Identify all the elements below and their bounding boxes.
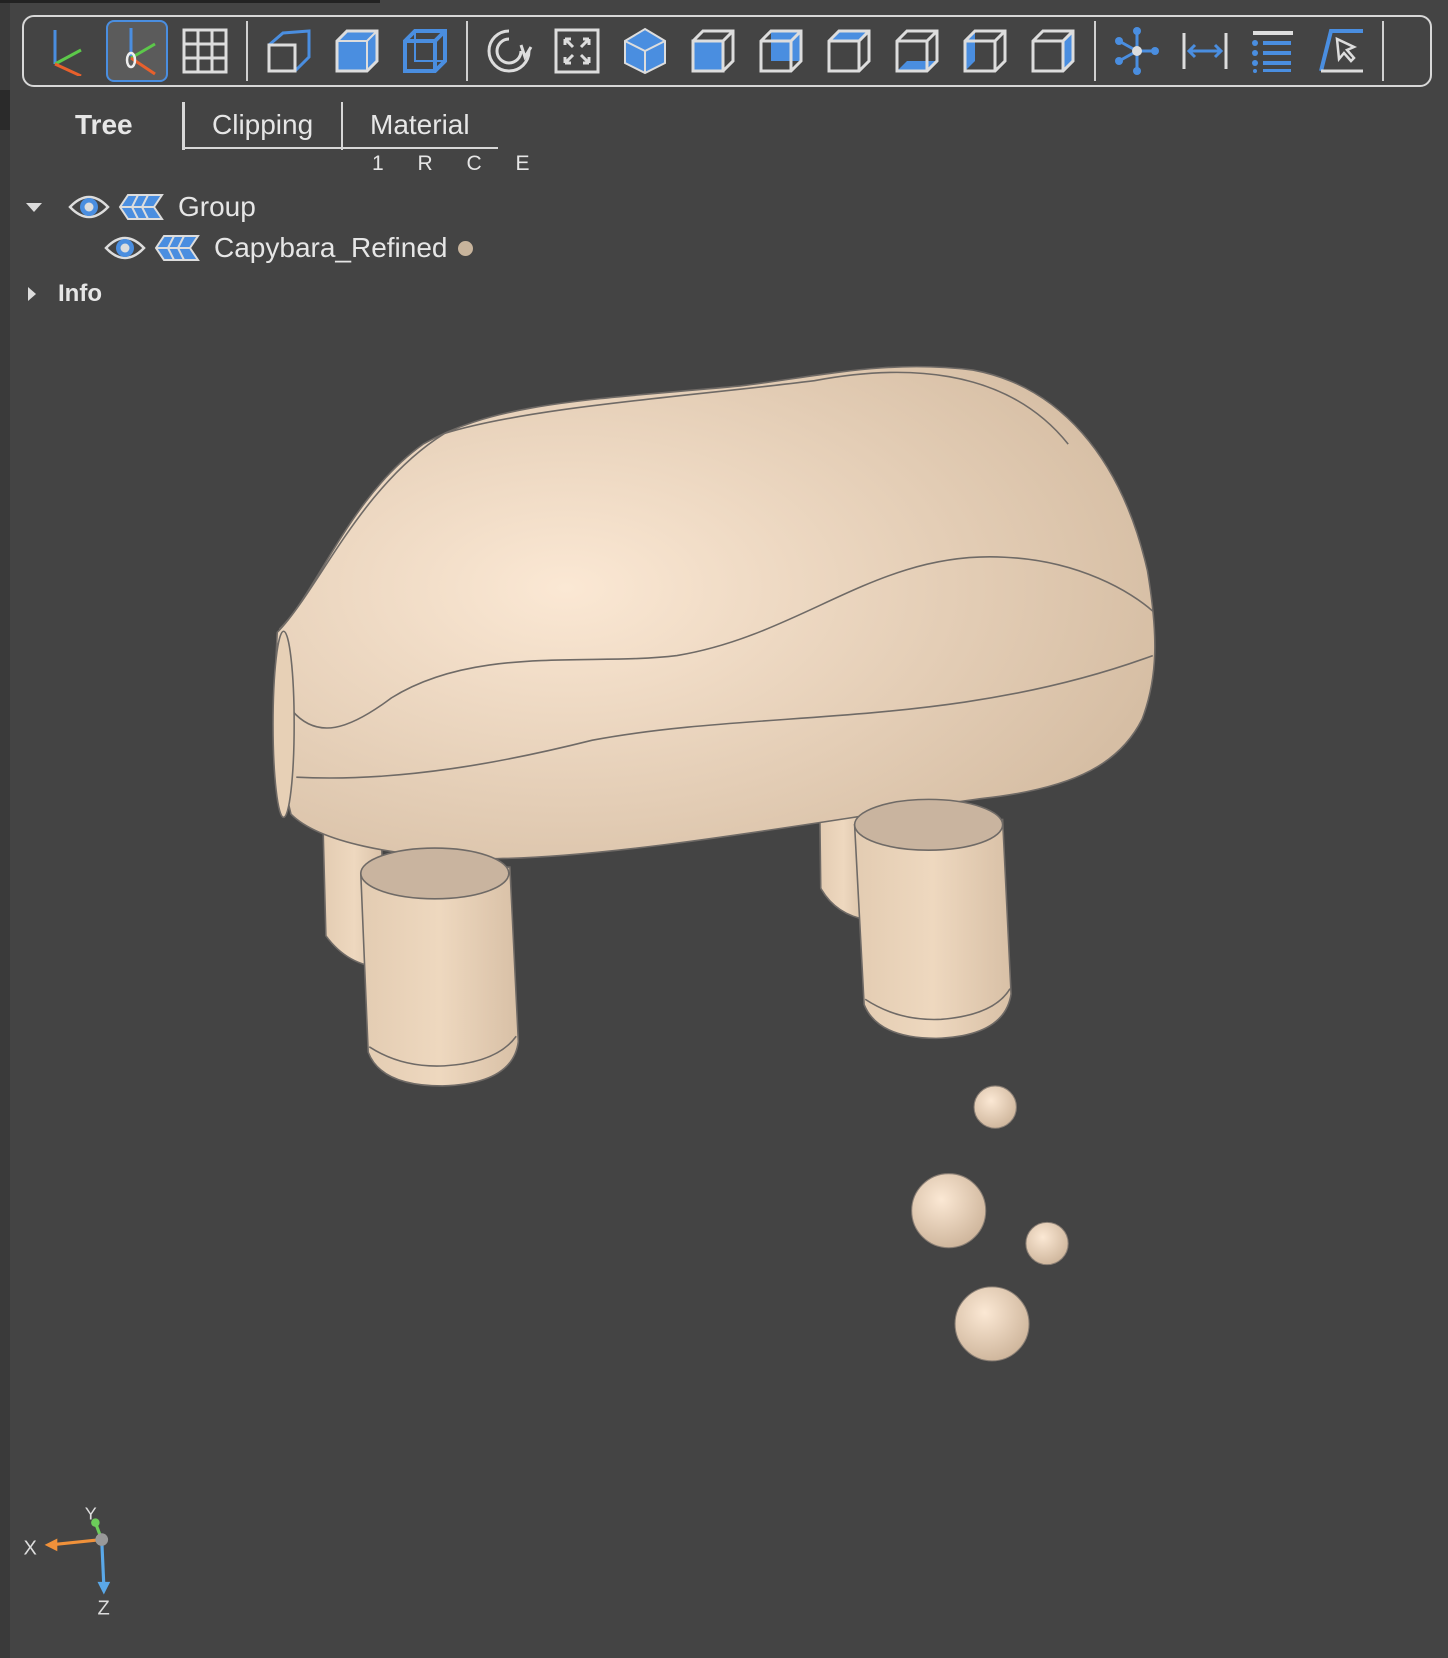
front-left-leg [359, 847, 520, 1087]
front-right-leg [853, 798, 1012, 1040]
capybara-body [274, 365, 1156, 860]
sphere [973, 1085, 1017, 1129]
sphere [954, 1286, 1030, 1362]
sphere [911, 1173, 987, 1249]
sphere [1025, 1221, 1069, 1266]
axis-gizmo: X Y Z [23, 1503, 111, 1620]
axis-y-label: Y [85, 1503, 97, 1523]
axis-x-label: X [23, 1537, 36, 1559]
viewport-3d[interactable]: X Y Z [0, 0, 1448, 1658]
axis-z-label: Z [97, 1598, 109, 1620]
nose-face [272, 630, 295, 819]
